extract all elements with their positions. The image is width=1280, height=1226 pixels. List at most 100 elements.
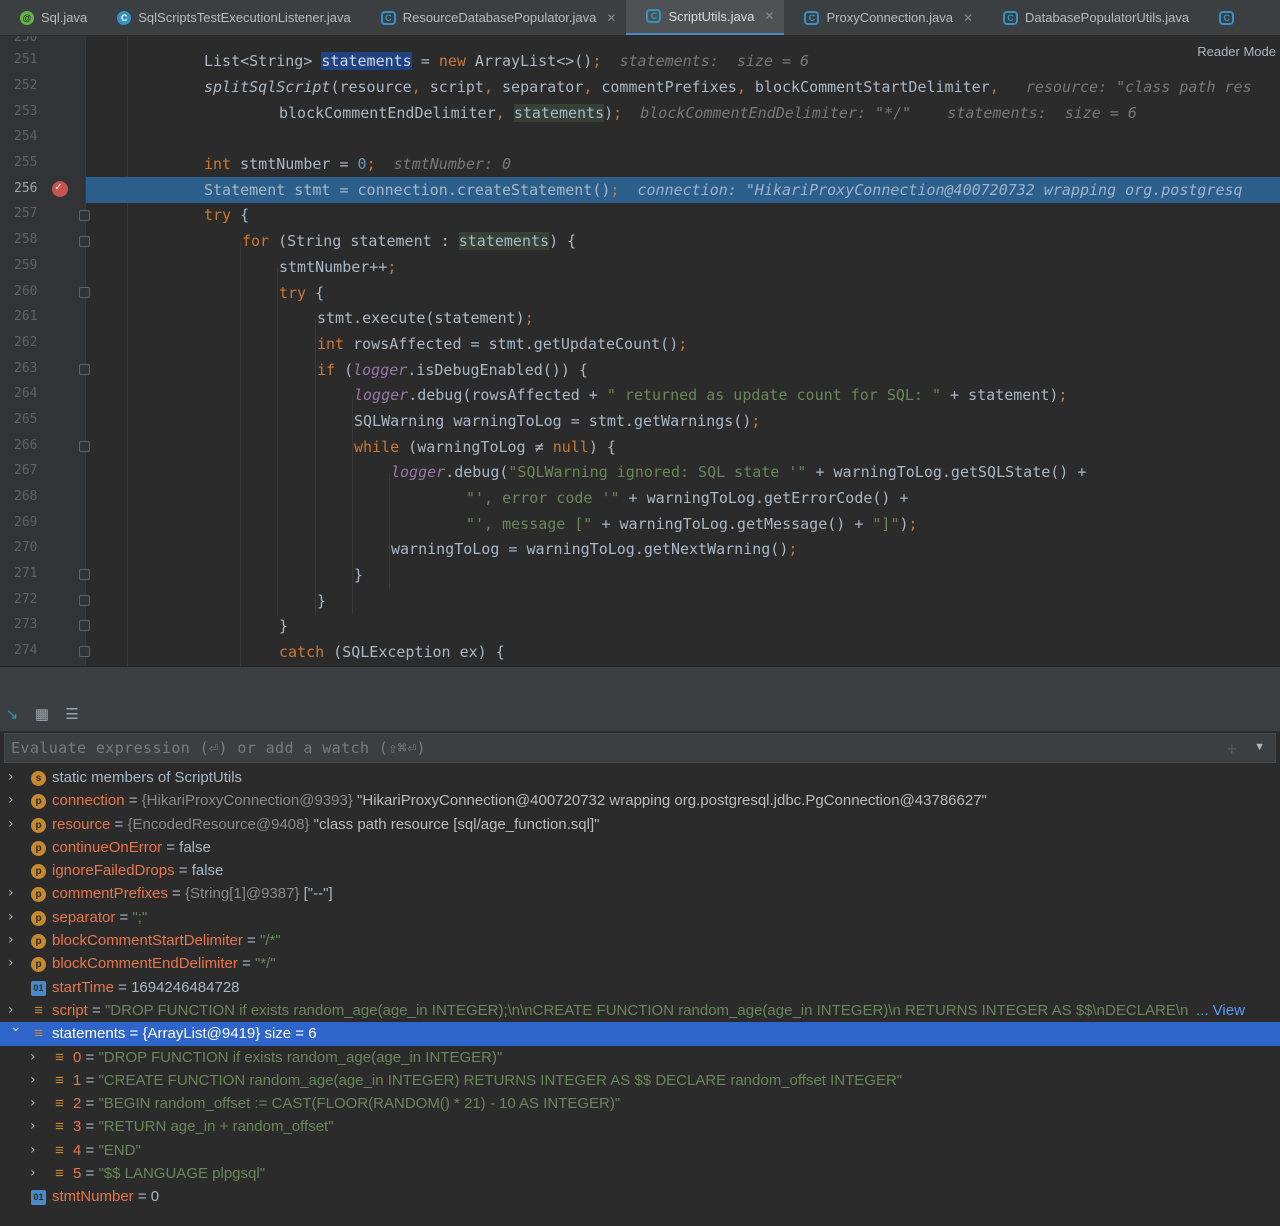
code-line-263: if (logger.isDebugEnabled()) { xyxy=(317,361,588,379)
code-editor[interactable]: 250 251 252 253 254 255 256 257 258 259 … xyxy=(0,36,1280,666)
class-icon: C xyxy=(380,10,396,25)
code-line-271: } xyxy=(354,566,364,584)
close-icon[interactable]: ✕ xyxy=(606,11,616,25)
line-number: 263 xyxy=(14,361,38,376)
class-icon: C xyxy=(804,10,820,25)
chevron-right-icon[interactable]: › xyxy=(8,906,22,929)
class-icon: C xyxy=(646,9,662,23)
reader-mode-toggle[interactable]: Reader Mode xyxy=(1173,40,1280,64)
code-line-257: try { xyxy=(204,206,250,224)
settings-list-icon[interactable]: ☰ xyxy=(60,702,84,726)
list-item[interactable]: › ≡ 0 = "DROP FUNCTION if exists random_… xyxy=(0,1046,1280,1069)
line-number: 260 xyxy=(14,284,38,299)
chevron-right-icon[interactable]: › xyxy=(30,1092,44,1115)
tab-scriptutils[interactable]: C ScriptUtils.java ✕ xyxy=(626,0,785,35)
line-number: 262 xyxy=(14,335,38,350)
view-link[interactable]: ... View xyxy=(1196,999,1245,1022)
parameter-icon: p xyxy=(31,840,46,856)
tab-resource-populator[interactable]: C ResourceDatabasePopulator.java ✕ xyxy=(361,0,627,35)
code-line-265: SQLWarning warningToLog = stmt.getWarnin… xyxy=(354,412,761,430)
code-line-273: } xyxy=(279,617,289,635)
primitive-icon: 01 xyxy=(31,980,46,996)
variable-row[interactable]: › p connection = {HikariProxyConnection@… xyxy=(0,789,1280,812)
class-icon: C xyxy=(1003,10,1019,25)
tab-label: DatabasePopulatorUtils.java xyxy=(1025,10,1190,25)
array-icon: ≡ xyxy=(34,1001,43,1019)
array-icon: ≡ xyxy=(55,1118,64,1136)
tab-label: Sql.java xyxy=(41,10,88,25)
line-number: 269 xyxy=(14,515,38,530)
variable-row[interactable]: › s static members of ScriptUtils xyxy=(0,766,1280,789)
chevron-right-icon[interactable]: › xyxy=(8,813,22,836)
tab-proxyconnection[interactable]: C ProxyConnection.java ✕ xyxy=(784,0,983,35)
close-icon[interactable]: ✕ xyxy=(764,9,774,23)
close-icon[interactable]: ✕ xyxy=(963,11,973,25)
debugger-panel: ↘ ▦ ☰ + ▼ › s static members of ScriptUt… xyxy=(0,666,1280,1226)
line-number: 254 xyxy=(14,129,38,144)
variable-row[interactable]: p continueOnError = false xyxy=(0,836,1280,859)
variable-row[interactable]: › ≡ script = "DROP FUNCTION if exists ra… xyxy=(0,999,1280,1022)
breakpoint-icon[interactable] xyxy=(52,180,68,197)
variable-row[interactable]: 01 stmtNumber = 0 xyxy=(0,1185,1280,1208)
code-line-258: for (String statement : statements) { xyxy=(242,232,577,250)
code-line-270: warningToLog = warningToLog.getNextWarni… xyxy=(391,540,798,558)
variable-row[interactable]: › p resource = {EncodedResource@9408} "c… xyxy=(0,813,1280,836)
variable-row[interactable]: › p blockCommentEndDelimiter = "*/" xyxy=(0,952,1280,975)
line-number: 261 xyxy=(14,309,38,324)
chevron-down-icon[interactable]: ▼ xyxy=(1254,741,1265,753)
array-icon: ≡ xyxy=(55,1048,64,1066)
list-item[interactable]: › ≡ 1 = "CREATE FUNCTION random_age(age_… xyxy=(0,1069,1280,1092)
evaluate-expression-input[interactable] xyxy=(5,734,1185,762)
chevron-right-icon[interactable]: › xyxy=(8,929,22,952)
array-icon: ≡ xyxy=(55,1095,64,1113)
line-number: 250 xyxy=(14,36,38,45)
calculator-icon[interactable]: ▦ xyxy=(30,702,54,726)
line-number: 258 xyxy=(14,232,38,247)
tab-sqlscripts-listener[interactable]: C SqlScriptsTestExecutionListener.java xyxy=(97,0,360,35)
chevron-right-icon[interactable]: › xyxy=(30,1115,44,1138)
chevron-right-icon[interactable]: › xyxy=(30,1139,44,1162)
tab-label: ProxyConnection.java xyxy=(826,10,953,25)
variable-row-selected[interactable]: › ≡ statements = {ArrayList@9419} size =… xyxy=(0,1022,1280,1046)
chevron-right-icon[interactable]: › xyxy=(8,882,22,905)
evaluate-expression-field[interactable]: + ▼ xyxy=(4,733,1276,763)
chevron-right-icon[interactable]: › xyxy=(30,1069,44,1092)
list-item[interactable]: › ≡ 5 = "$$ LANGUAGE plpgsql" xyxy=(0,1162,1280,1185)
chevron-down-icon[interactable]: › xyxy=(4,1027,27,1041)
variable-row[interactable]: › p commentPrefixes = {String[1]@9387} [… xyxy=(0,882,1280,905)
tab-sql-java[interactable]: @ Sql.java xyxy=(0,0,97,35)
line-number: 264 xyxy=(14,386,38,401)
add-watch-icon[interactable]: + xyxy=(1226,739,1237,760)
code-line-261: stmt.execute(statement); xyxy=(317,309,534,327)
tab-overflow[interactable]: C xyxy=(1199,0,1251,35)
variable-row[interactable]: p ignoreFailedDrops = false xyxy=(0,859,1280,882)
step-into-icon[interactable]: ↘ xyxy=(0,702,24,726)
variable-row[interactable]: › p blockCommentStartDelimiter = "/*" xyxy=(0,929,1280,952)
parameter-icon: p xyxy=(31,910,46,926)
chevron-right-icon[interactable]: › xyxy=(30,1046,44,1069)
tab-label: SqlScriptsTestExecutionListener.java xyxy=(138,10,351,25)
code-line-268: "', error code '" + warningToLog.getErro… xyxy=(466,489,909,507)
line-number: 256 xyxy=(14,181,38,196)
chevron-right-icon[interactable]: › xyxy=(8,766,22,789)
parameter-icon: p xyxy=(31,817,46,833)
variable-row[interactable]: 01 startTime = 1694246484728 xyxy=(0,976,1280,999)
list-item[interactable]: › ≡ 2 = "BEGIN random_offset := CAST(FLO… xyxy=(0,1092,1280,1115)
chevron-right-icon[interactable]: › xyxy=(30,1162,44,1185)
editor-tab-bar: @ Sql.java C SqlScriptsTestExecutionListen… xyxy=(0,0,1280,36)
list-item[interactable]: › ≡ 3 = "RETURN age_in + random_offset" xyxy=(0,1115,1280,1138)
tab-databasepopulatorutils[interactable]: C DatabasePopulatorUtils.java xyxy=(983,0,1199,35)
line-number: 259 xyxy=(14,258,38,273)
line-number: 266 xyxy=(14,438,38,453)
array-icon: ≡ xyxy=(55,1165,64,1183)
parameter-icon: p xyxy=(31,934,46,950)
chevron-right-icon[interactable]: › xyxy=(8,999,22,1022)
debugger-toolbar xyxy=(0,667,1280,697)
line-number: 268 xyxy=(14,489,38,504)
chevron-right-icon[interactable]: › xyxy=(8,952,22,975)
list-item[interactable]: › ≡ 4 = "END" xyxy=(0,1139,1280,1162)
chevron-right-icon[interactable]: › xyxy=(8,789,22,812)
array-icon: ≡ xyxy=(55,1071,64,1089)
variable-row[interactable]: › p separator = ";" xyxy=(0,906,1280,929)
variables-tree: › s static members of ScriptUtils › p co… xyxy=(0,766,1280,1209)
